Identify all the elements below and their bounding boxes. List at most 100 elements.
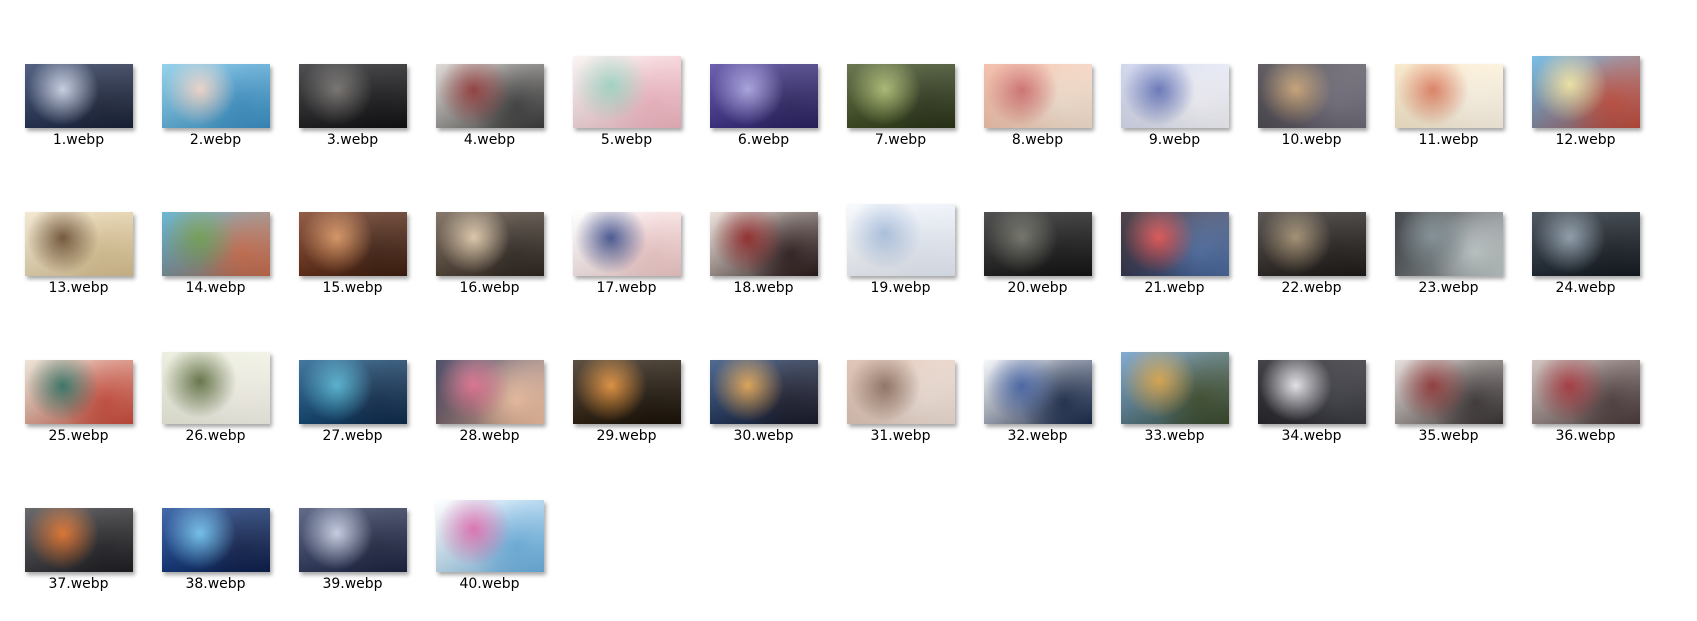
file-item[interactable]: 33.webp: [1106, 310, 1243, 458]
file-item[interactable]: 19.webp: [832, 162, 969, 310]
image-thumbnail-icon[interactable]: [1257, 212, 1366, 276]
thumbnail-container: [695, 162, 832, 276]
thumbnail-container: [1106, 310, 1243, 424]
file-item[interactable]: 26.webp: [147, 310, 284, 458]
image-thumbnail-icon[interactable]: [983, 360, 1092, 424]
file-item[interactable]: 12.webp: [1517, 14, 1654, 162]
file-item[interactable]: 25.webp: [10, 310, 147, 458]
image-thumbnail-icon[interactable]: [709, 360, 818, 424]
image-thumbnail-icon[interactable]: [435, 360, 544, 424]
file-explorer-grid: 1.webp 2.webp 3.webp 4.webp 5.webp 6.webp 7.we…: [10, 14, 1690, 606]
image-thumbnail-icon[interactable]: [161, 352, 270, 424]
file-item[interactable]: 4.webp: [421, 14, 558, 162]
file-name-label: 40.webp: [459, 576, 520, 592]
thumbnail-container: [558, 162, 695, 276]
file-item[interactable]: 11.webp: [1380, 14, 1517, 162]
image-thumbnail-icon[interactable]: [298, 212, 407, 276]
file-item[interactable]: 5.webp: [558, 14, 695, 162]
file-item[interactable]: 27.webp: [284, 310, 421, 458]
file-item[interactable]: 32.webp: [969, 310, 1106, 458]
image-thumbnail-icon[interactable]: [298, 64, 407, 128]
thumbnail-container: [832, 310, 969, 424]
file-item[interactable]: 21.webp: [1106, 162, 1243, 310]
file-item[interactable]: 10.webp: [1243, 14, 1380, 162]
file-item[interactable]: 39.webp: [284, 458, 421, 606]
image-thumbnail-icon[interactable]: [1257, 64, 1366, 128]
thumbnail-container: [10, 310, 147, 424]
image-thumbnail-icon[interactable]: [572, 212, 681, 276]
image-thumbnail-icon[interactable]: [435, 212, 544, 276]
image-thumbnail-icon[interactable]: [1120, 352, 1229, 424]
file-item[interactable]: 37.webp: [10, 458, 147, 606]
image-thumbnail-icon[interactable]: [298, 360, 407, 424]
file-item[interactable]: 23.webp: [1380, 162, 1517, 310]
file-name-label: 1.webp: [52, 132, 105, 148]
file-name-label: 15.webp: [322, 280, 383, 296]
image-thumbnail-icon[interactable]: [161, 212, 270, 276]
image-thumbnail-icon[interactable]: [709, 212, 818, 276]
file-name-label: 20.webp: [1007, 280, 1068, 296]
file-item[interactable]: 6.webp: [695, 14, 832, 162]
file-name-label: 36.webp: [1555, 428, 1616, 444]
thumbnail-container: [695, 310, 832, 424]
image-thumbnail-icon[interactable]: [24, 360, 133, 424]
image-thumbnail-icon[interactable]: [572, 360, 681, 424]
file-name-label: 10.webp: [1281, 132, 1342, 148]
file-item[interactable]: 28.webp: [421, 310, 558, 458]
file-item[interactable]: 9.webp: [1106, 14, 1243, 162]
image-thumbnail-icon[interactable]: [435, 64, 544, 128]
file-item[interactable]: 22.webp: [1243, 162, 1380, 310]
image-thumbnail-icon[interactable]: [1394, 360, 1503, 424]
image-thumbnail-icon[interactable]: [435, 500, 544, 572]
file-name-label: 21.webp: [1144, 280, 1205, 296]
thumbnail-container: [284, 458, 421, 572]
image-thumbnail-icon[interactable]: [846, 204, 955, 276]
image-thumbnail-icon[interactable]: [161, 508, 270, 572]
image-thumbnail-icon[interactable]: [24, 64, 133, 128]
file-item[interactable]: 1.webp: [10, 14, 147, 162]
file-name-label: 12.webp: [1555, 132, 1616, 148]
file-item[interactable]: 40.webp: [421, 458, 558, 606]
image-thumbnail-icon[interactable]: [709, 64, 818, 128]
image-thumbnail-icon[interactable]: [161, 64, 270, 128]
image-thumbnail-icon[interactable]: [1394, 64, 1503, 128]
file-item[interactable]: 38.webp: [147, 458, 284, 606]
image-thumbnail-icon[interactable]: [1257, 360, 1366, 424]
image-thumbnail-icon[interactable]: [24, 212, 133, 276]
file-item[interactable]: 34.webp: [1243, 310, 1380, 458]
file-item[interactable]: 31.webp: [832, 310, 969, 458]
image-thumbnail-icon[interactable]: [846, 360, 955, 424]
image-thumbnail-icon[interactable]: [1120, 64, 1229, 128]
file-item[interactable]: 29.webp: [558, 310, 695, 458]
image-thumbnail-icon[interactable]: [1531, 360, 1640, 424]
image-thumbnail-icon[interactable]: [298, 508, 407, 572]
file-name-label: 11.webp: [1418, 132, 1479, 148]
image-thumbnail-icon[interactable]: [1120, 212, 1229, 276]
file-item[interactable]: 13.webp: [10, 162, 147, 310]
file-item[interactable]: 3.webp: [284, 14, 421, 162]
file-item[interactable]: 2.webp: [147, 14, 284, 162]
image-thumbnail-icon[interactable]: [983, 64, 1092, 128]
file-item[interactable]: 36.webp: [1517, 310, 1654, 458]
file-item[interactable]: 16.webp: [421, 162, 558, 310]
file-item[interactable]: 18.webp: [695, 162, 832, 310]
image-thumbnail-icon[interactable]: [572, 56, 681, 128]
file-item[interactable]: 8.webp: [969, 14, 1106, 162]
file-item[interactable]: 17.webp: [558, 162, 695, 310]
file-item[interactable]: 35.webp: [1380, 310, 1517, 458]
image-thumbnail-icon[interactable]: [983, 212, 1092, 276]
file-item[interactable]: 24.webp: [1517, 162, 1654, 310]
image-thumbnail-icon[interactable]: [1531, 56, 1640, 128]
thumbnail-container: [558, 14, 695, 128]
file-name-label: 39.webp: [322, 576, 383, 592]
thumbnail-container: [1517, 14, 1654, 128]
file-item[interactable]: 20.webp: [969, 162, 1106, 310]
file-item[interactable]: 14.webp: [147, 162, 284, 310]
file-item[interactable]: 7.webp: [832, 14, 969, 162]
image-thumbnail-icon[interactable]: [846, 64, 955, 128]
image-thumbnail-icon[interactable]: [1394, 212, 1503, 276]
image-thumbnail-icon[interactable]: [24, 508, 133, 572]
file-item[interactable]: 30.webp: [695, 310, 832, 458]
image-thumbnail-icon[interactable]: [1531, 212, 1640, 276]
file-item[interactable]: 15.webp: [284, 162, 421, 310]
